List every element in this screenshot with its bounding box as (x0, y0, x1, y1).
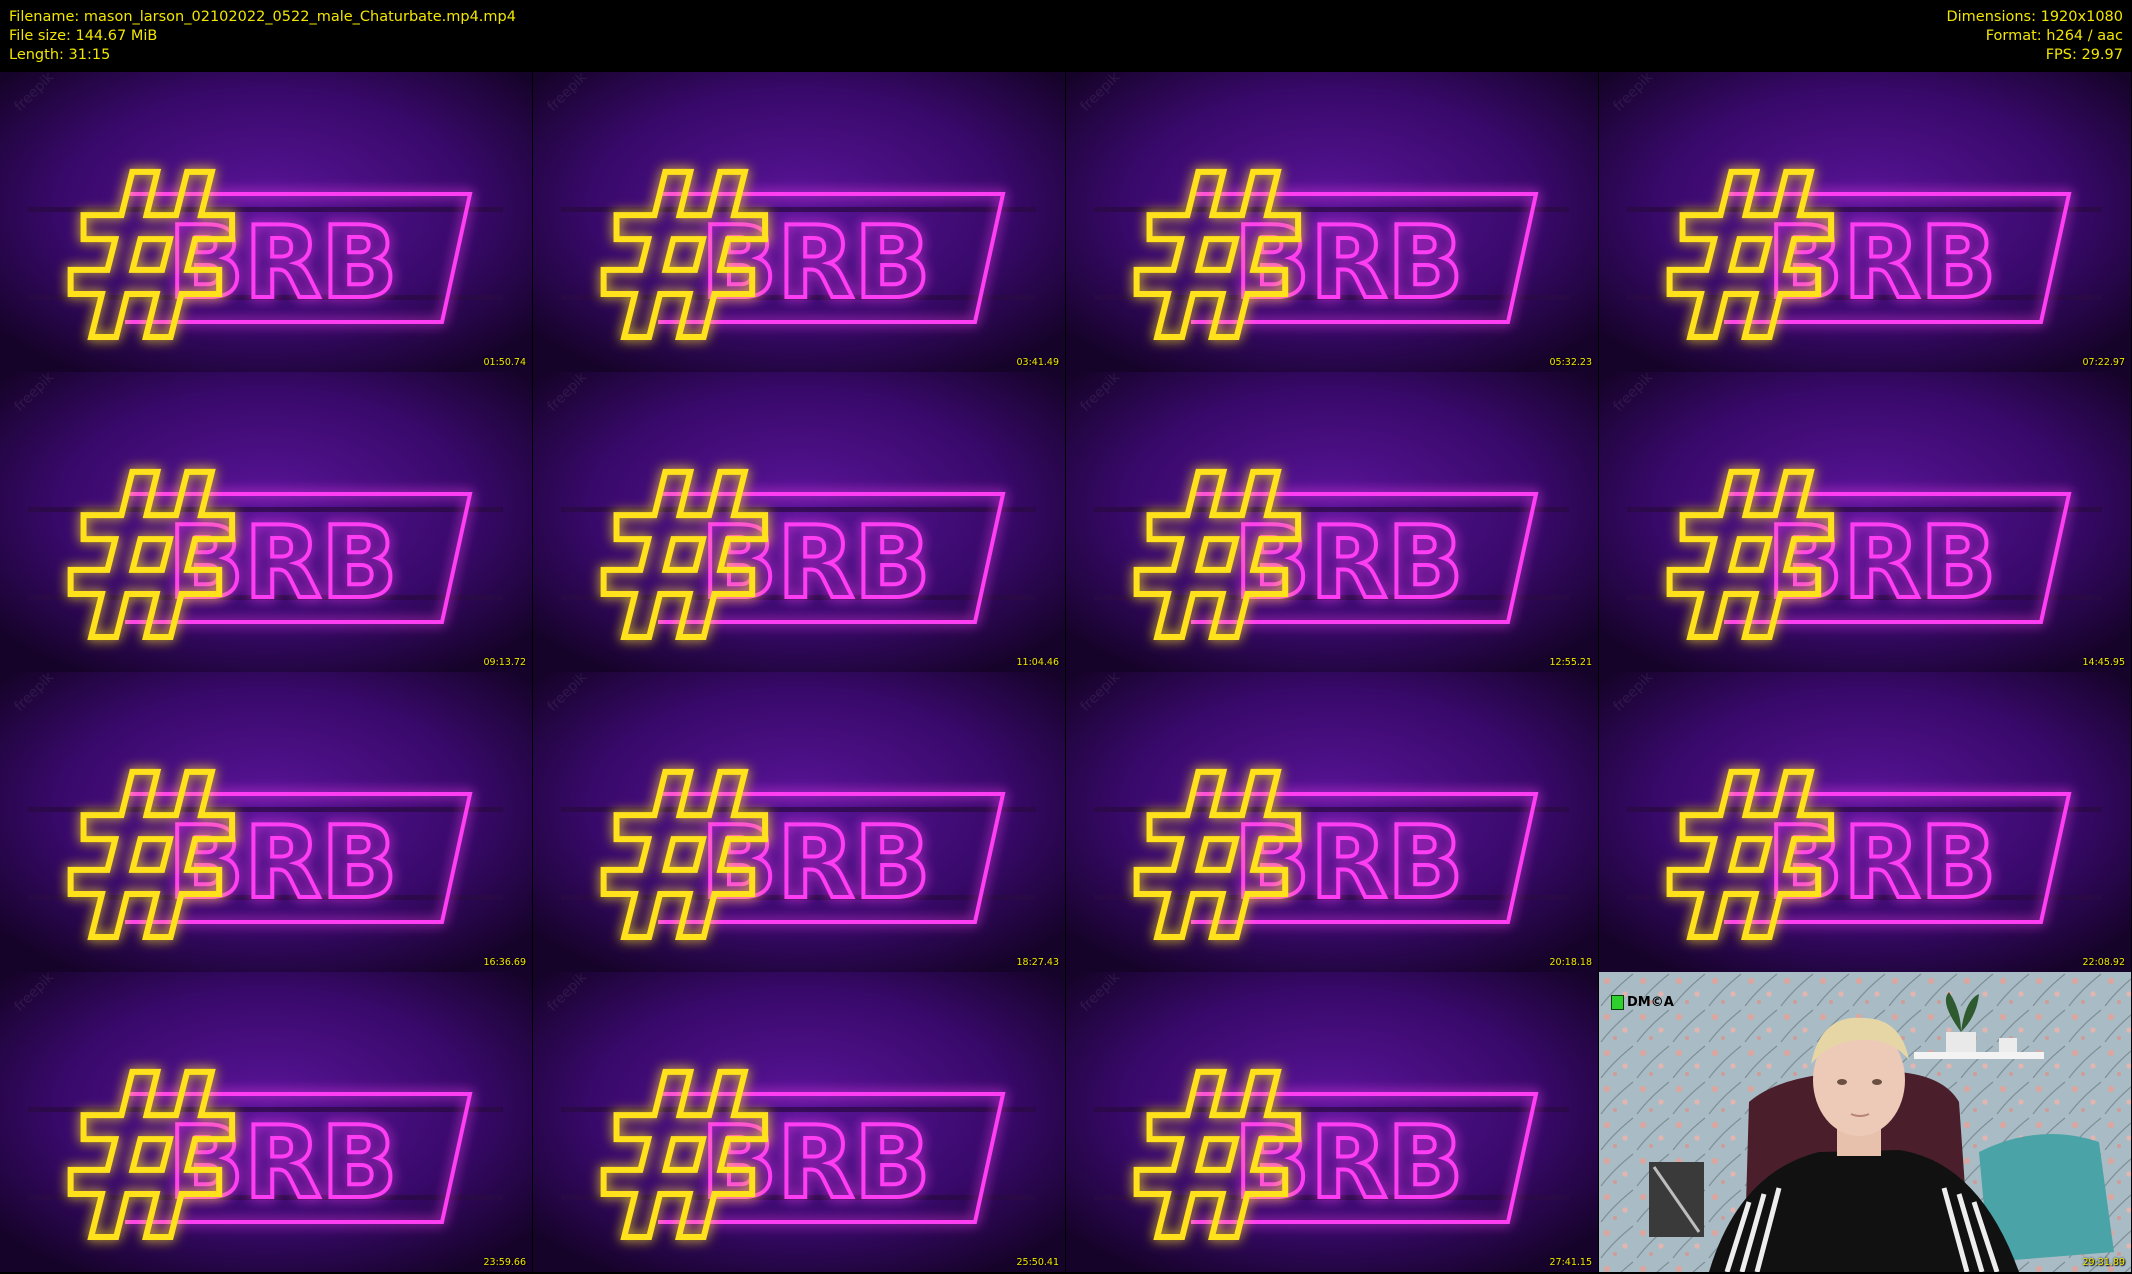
dmca-badge: DM©A (1611, 995, 1674, 1010)
thumbnail[interactable]: BRB # freepik 22:08.92 (1599, 672, 2131, 972)
brb-neon-sign-image: BRB#freepik (533, 372, 1065, 672)
timecode: 03:41.49 (1016, 357, 1060, 368)
brb-neon-sign-image: BRB#freepik (1599, 372, 2131, 672)
thumbnail[interactable]: BRB # freepik 11:04.46 (533, 372, 1065, 672)
sign-hash: # (55, 1025, 248, 1272)
thumbnail-grid: BRB # freepik 01:50.74 BRB # freepik 03:41.49 … (0, 72, 2132, 1274)
timecode: 29:31.89 (2082, 1257, 2126, 1268)
brb-neon-sign-image: BRB#freepik (1599, 72, 2131, 372)
sign-hash: # (55, 425, 248, 672)
thumbnail[interactable]: BRB # freepik 03:41.49 (533, 72, 1065, 372)
thumbnail[interactable]: BRB # freepik 16:36.69 (0, 672, 532, 972)
sign-hash: # (1654, 425, 1847, 672)
brb-neon-sign-image: BRB#freepik (533, 672, 1065, 972)
timecode: 07:22.97 (2082, 357, 2126, 368)
thumbnail[interactable]: BRB # freepik 25:50.41 (533, 972, 1065, 1272)
sign-hash: # (55, 125, 248, 372)
sign-hash: # (1654, 725, 1847, 972)
timecode: 18:27.43 (1016, 957, 1060, 968)
sign-hash: # (588, 125, 781, 372)
dimensions-text: Dimensions: 1920x1080 (1946, 9, 2123, 25)
dmca-label: DM©A (1627, 995, 1674, 1010)
timecode: 23:59.66 (483, 1257, 527, 1268)
timecode: 09:13.72 (483, 657, 527, 668)
timecode: 01:50.74 (483, 357, 527, 368)
format-text: Format: h264 / aac (1985, 28, 2123, 44)
file-info: Filename: mason_larson_02102022_0522_mal… (9, 8, 516, 65)
brb-neon-sign-image: BRB#freepik (0, 72, 532, 372)
brb-neon-sign-image: BRB#freepik (1066, 72, 1598, 372)
thumbnail[interactable]: BRB # freepik 23:59.66 (0, 972, 532, 1272)
sign-hash: # (588, 1025, 781, 1272)
contact-sheet-header: Filename: mason_larson_02102022_0522_mal… (0, 0, 2132, 72)
filesize-text: File size: 144.67 MiB (9, 28, 158, 44)
sign-hash: # (1121, 125, 1314, 372)
timecode: 05:32.23 (1549, 357, 1593, 368)
timecode: 14:45.95 (2082, 657, 2126, 668)
thumbnail[interactable]: BRB # freepik 01:50.74 (0, 72, 532, 372)
brb-neon-sign-image: BRB#freepik (533, 972, 1065, 1272)
sign-hash: # (55, 725, 248, 972)
brb-neon-sign-image: BRB#freepik (1066, 372, 1598, 672)
thumbnail-webcam[interactable]: DM©A 29:31.89 (1599, 972, 2131, 1272)
dmca-icon (1611, 995, 1624, 1010)
timecode: 11:04.46 (1016, 657, 1060, 668)
timecode: 27:41.15 (1549, 1257, 1593, 1268)
brb-neon-sign-image: BRB#freepik (0, 372, 532, 672)
length-text: Length: 31:15 (9, 47, 111, 63)
brb-neon-sign-image: BRB#freepik (533, 72, 1065, 372)
brb-neon-sign-image: BRB#freepik (1066, 672, 1598, 972)
sign-hash: # (1121, 425, 1314, 672)
thumbnail[interactable]: BRB # freepik 07:22.97 (1599, 72, 2131, 372)
brb-neon-sign-image: BRB#freepik (0, 972, 532, 1272)
timecode: 12:55.21 (1549, 657, 1593, 668)
thumbnail[interactable]: BRB # freepik 18:27.43 (533, 672, 1065, 972)
thumbnail[interactable]: BRB # freepik 09:13.72 (0, 372, 532, 672)
thumbnail[interactable]: BRB # freepik 12:55.21 (1066, 372, 1598, 672)
brb-neon-sign-image: BRB#freepik (1066, 972, 1598, 1272)
sign-hash: # (588, 725, 781, 972)
thumbnail[interactable]: BRB # freepik 20:18.18 (1066, 672, 1598, 972)
brb-neon-sign-image: BRB#freepik (0, 672, 532, 972)
sign-hash: # (1121, 1025, 1314, 1272)
filename-text: Filename: mason_larson_02102022_0522_mal… (9, 9, 516, 25)
timecode: 22:08.92 (2082, 957, 2126, 968)
thumbnail[interactable]: BRB # freepik 14:45.95 (1599, 372, 2131, 672)
brb-neon-sign-image: BRB#freepik (1599, 672, 2131, 972)
webcam-scene-image (1599, 972, 2131, 1272)
timecode: 20:18.18 (1549, 957, 1593, 968)
sign-hash: # (1121, 725, 1314, 972)
timecode: 16:36.69 (483, 957, 527, 968)
thumbnail[interactable]: BRB # freepik 05:32.23 (1066, 72, 1598, 372)
sign-hash: # (588, 425, 781, 672)
sign-hash: # (1654, 125, 1847, 372)
timecode: 25:50.41 (1016, 1257, 1060, 1268)
thumbnail[interactable]: BRB # freepik 27:41.15 (1066, 972, 1598, 1272)
video-info: Dimensions: 1920x1080 Format: h264 / aac F… (1946, 8, 2123, 65)
fps-text: FPS: 29.97 (2045, 47, 2123, 63)
